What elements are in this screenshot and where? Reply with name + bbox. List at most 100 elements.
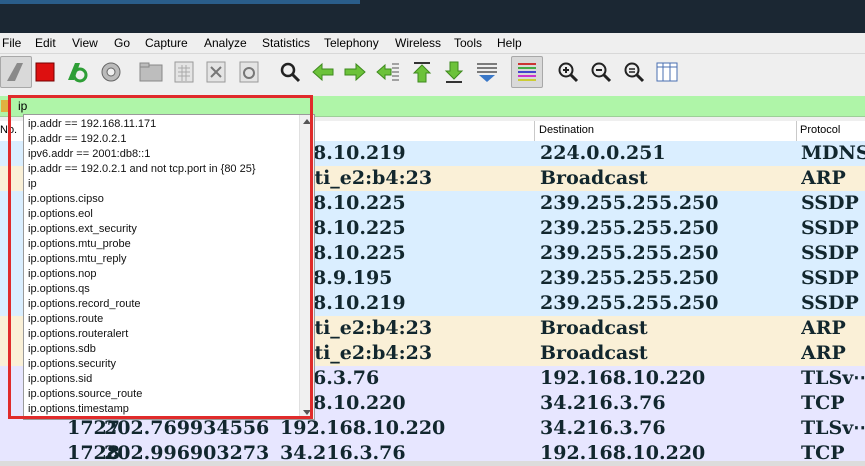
window-titlebar [0, 0, 865, 33]
packet-protocol: SSDP [801, 217, 859, 239]
column-divider[interactable] [534, 121, 535, 141]
reload-file-icon[interactable] [237, 60, 261, 84]
go-back-arrow-icon[interactable] [311, 60, 335, 84]
packet-protocol: SSDP [801, 192, 859, 214]
packet-destination: 239.255.255.250 [540, 217, 719, 239]
filter-suggestion-item[interactable]: ip.options.source_route [28, 387, 142, 402]
packet-protocol: TCP [801, 392, 845, 414]
scroll-down-arrow-icon[interactable] [303, 410, 311, 415]
resize-columns-icon[interactable] [655, 60, 679, 84]
menu-capture[interactable]: Capture [145, 36, 188, 50]
menu-telephony[interactable]: Telephony [324, 36, 379, 50]
packet-source: .168.10.225 [280, 217, 406, 239]
menu-view[interactable]: View [72, 36, 98, 50]
packet-protocol: TLSv⋯ [801, 417, 865, 439]
packet-protocol: ARP [801, 342, 846, 364]
packet-destination: 34.216.3.76 [540, 392, 666, 414]
packet-source: 192.168.10.220 [280, 417, 446, 439]
filter-suggestion-item[interactable]: ip.options.mtu_probe [28, 237, 131, 252]
open-file-folder-icon[interactable] [139, 60, 163, 84]
menu-tools[interactable]: Tools [454, 36, 482, 50]
zoom-out-icon[interactable] [589, 60, 613, 84]
packet-protocol: SSDP [801, 242, 859, 264]
filter-suggestion-item[interactable]: ip.addr == 192.168.11.171 [28, 117, 156, 132]
packet-source: .168.10.219 [280, 292, 406, 314]
filter-suggestion-item[interactable]: ip.options.nop [28, 267, 97, 282]
display-filter-input[interactable] [18, 96, 308, 116]
filter-autocomplete-popup: ip.addr == 192.168.11.171 ip.addr == 192.… [23, 114, 315, 420]
filter-suggestion-item[interactable]: ip.options.mtu_reply [28, 252, 126, 267]
packet-source: .168.10.225 [280, 192, 406, 214]
menu-file[interactable]: File [2, 36, 21, 50]
packet-source: .216.3.76 [280, 367, 380, 389]
menu-edit[interactable]: Edit [35, 36, 56, 50]
filter-suggestion-item[interactable]: ip.addr == 192.0.2.1 and not tcp.port in… [28, 162, 256, 177]
packet-source: quiti_e2:b4:23 [280, 317, 433, 339]
packet-destination: 239.255.255.250 [540, 292, 719, 314]
stop-capture-icon[interactable] [33, 60, 57, 84]
packet-source: .168.9.195 [280, 267, 393, 289]
menu-help[interactable]: Help [497, 36, 522, 50]
filter-suggestion-item[interactable]: ip.options.ext_security [28, 222, 137, 237]
packet-protocol: MDNS [801, 142, 865, 164]
packet-source: quiti_e2:b4:23 [280, 167, 433, 189]
packet-destination: 239.255.255.250 [540, 242, 719, 264]
menu-wireless[interactable]: Wireless [395, 36, 441, 50]
main-toolbar [0, 54, 865, 92]
packet-destination: 192.168.10.220 [540, 367, 706, 389]
column-header-destination[interactable]: Destination [539, 124, 594, 136]
colorize-packet-list-icon[interactable] [511, 56, 543, 88]
restart-capture-icon[interactable] [64, 60, 88, 84]
column-divider[interactable] [796, 121, 797, 141]
packet-destination: Broadcast [540, 167, 648, 189]
filter-suggestion-item[interactable]: ip [28, 177, 37, 192]
close-file-icon[interactable] [204, 60, 228, 84]
filter-suggestion-item[interactable]: ip.options.security [28, 357, 116, 372]
go-forward-arrow-icon[interactable] [343, 60, 367, 84]
filter-suggestion-item[interactable]: ip.options.qs [28, 282, 90, 297]
packet-protocol: ARP [801, 167, 846, 189]
capture-options-gear-icon[interactable] [99, 60, 123, 84]
find-packet-magnifier-icon[interactable] [278, 60, 302, 84]
filter-suggestion-item[interactable]: ip.options.cipso [28, 192, 104, 207]
filter-suggestion-item[interactable]: ip.options.sid [28, 372, 92, 387]
save-file-grid-icon[interactable] [172, 60, 196, 84]
go-to-packet-icon[interactable] [376, 60, 400, 84]
packet-destination: 239.255.255.250 [540, 267, 719, 289]
packet-destination: 239.255.255.250 [540, 192, 719, 214]
scroll-up-arrow-icon[interactable] [303, 119, 311, 124]
filter-suggestion-item[interactable]: ipv6.addr == 2001:db8::1 [28, 147, 150, 162]
packet-protocol: SSDP [801, 292, 859, 314]
suggestion-scrollbar[interactable] [299, 115, 314, 419]
packet-source: .168.10.225 [280, 242, 406, 264]
packet-protocol: ARP [801, 317, 846, 339]
menu-go[interactable]: Go [114, 36, 130, 50]
auto-scroll-icon[interactable] [475, 60, 499, 84]
packet-destination: Broadcast [540, 317, 648, 339]
packet-protocol: SSDP [801, 267, 859, 289]
zoom-in-icon[interactable] [556, 60, 580, 84]
filter-suggestion-item[interactable]: ip.addr == 192.0.2.1 [28, 132, 126, 147]
packet-protocol: TLSv⋯ [801, 367, 865, 389]
packet-source: .168.10.220 [280, 392, 406, 414]
packet-destination: 34.216.3.76 [540, 417, 666, 439]
go-first-packet-icon[interactable] [410, 60, 434, 84]
horizontal-scrollbar[interactable] [0, 461, 865, 466]
menu-analyze[interactable]: Analyze [204, 36, 247, 50]
column-header-no[interactable]: No. [0, 124, 17, 136]
column-header-protocol[interactable]: Protocol [800, 124, 840, 136]
filter-suggestion-item[interactable]: ip.options.routeralert [28, 327, 128, 342]
filter-suggestion-item[interactable]: ip.options.route [28, 312, 103, 327]
shark-fin-start-icon[interactable] [0, 56, 32, 88]
filter-suggestion-item[interactable]: ip.options.sdb [28, 342, 96, 357]
menu-statistics[interactable]: Statistics [262, 36, 310, 50]
packet-destination: 224.0.0.251 [540, 142, 666, 164]
filter-bookmark-icon[interactable] [1, 100, 8, 112]
go-last-packet-icon[interactable] [442, 60, 466, 84]
filter-suggestion-item[interactable]: ip.options.timestamp [28, 402, 129, 417]
filter-suggestion-item[interactable]: ip.options.eol [28, 207, 93, 222]
packet-source: quiti_e2:b4:23 [280, 342, 433, 364]
filter-suggestion-item[interactable]: ip.options.record_route [28, 297, 141, 312]
normal-size-icon[interactable] [622, 60, 646, 84]
active-window-tab [0, 0, 360, 4]
